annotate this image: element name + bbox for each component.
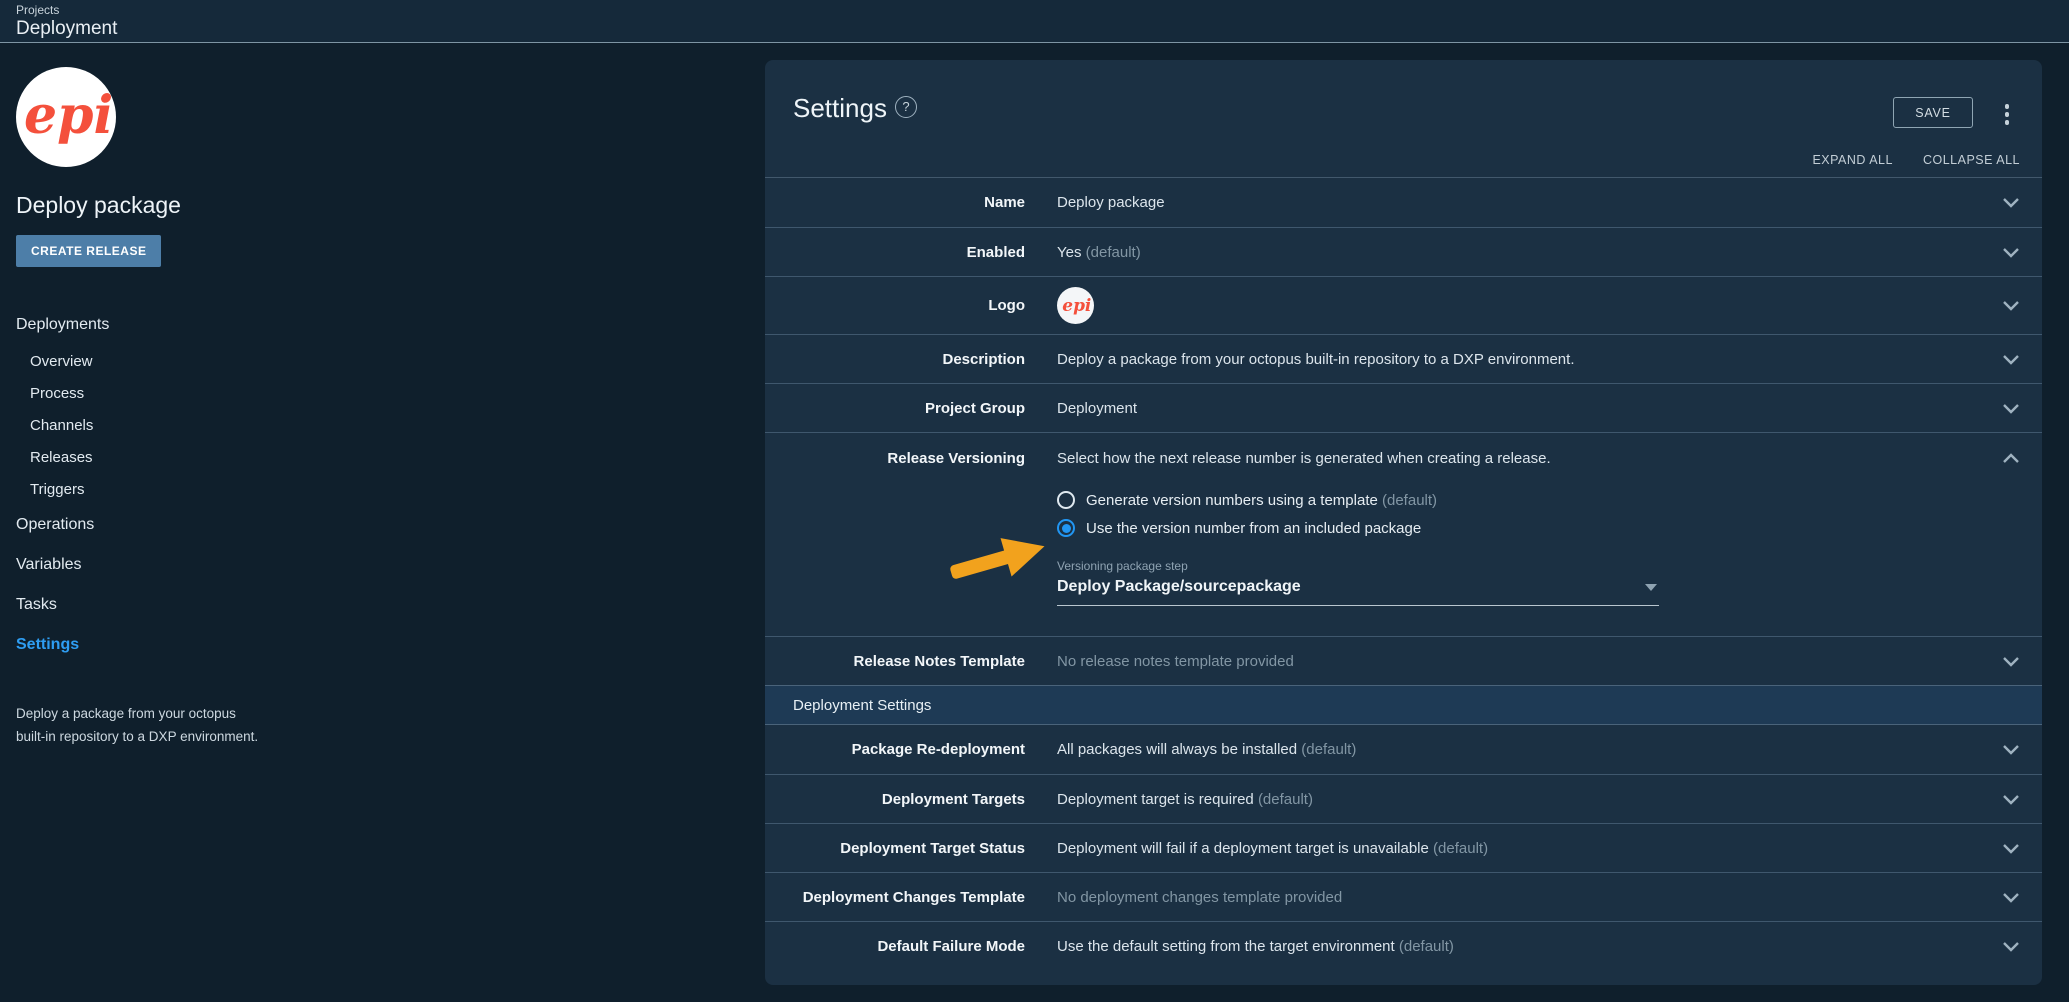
sidebar-item-deployments[interactable]: Deployments [16, 305, 765, 345]
row-value: Yes (default) [1057, 244, 1970, 261]
project-name: Deploy package [16, 192, 765, 219]
radio-selected-icon[interactable] [1057, 519, 1075, 537]
project-logo: epi [16, 67, 116, 167]
row-description[interactable]: Description Deploy a package from your o… [765, 334, 2042, 383]
breadcrumb[interactable]: Projects [16, 3, 2069, 17]
sidebar-item-releases[interactable]: Releases [16, 441, 765, 473]
epi-logo-icon: epi [1061, 295, 1091, 317]
row-value: Use the default setting from the target … [1057, 938, 1970, 955]
default-badge: (default) [1086, 244, 1141, 261]
sidebar-item-channels[interactable]: Channels [16, 409, 765, 441]
default-badge: (default) [1382, 492, 1437, 509]
create-release-button[interactable]: CREATE RELEASE [16, 235, 161, 267]
default-badge: (default) [1258, 791, 1313, 808]
row-label: Logo [793, 297, 1025, 314]
row-logo[interactable]: Logo epi [765, 276, 2042, 334]
dropdown-caret-icon[interactable] [1645, 584, 1657, 591]
chevron-down-icon[interactable] [2002, 655, 2020, 667]
row-default-failure-mode[interactable]: Default Failure Mode Use the default set… [765, 921, 2042, 970]
row-release-versioning: Release Versioning Select how the next r… [765, 432, 2042, 636]
chevron-down-icon[interactable] [2002, 246, 2020, 258]
chevron-down-icon[interactable] [2002, 940, 2020, 952]
svg-text:epi: epi [1062, 295, 1091, 315]
row-label: Name [793, 194, 1025, 211]
row-value: epi [1057, 277, 1970, 334]
row-name[interactable]: Name Deploy package [765, 178, 2042, 227]
section-header-deployment-settings: Deployment Settings [765, 685, 2042, 725]
page-title: Settings [793, 93, 887, 124]
release-versioning-header[interactable]: Release Versioning Select how the next r… [765, 433, 2042, 483]
row-label: Release Notes Template [793, 653, 1025, 670]
row-value: Deploy package [1057, 194, 1970, 211]
row-value: No deployment changes template provided [1057, 889, 1970, 906]
row-label: Description [793, 351, 1025, 368]
default-badge: (default) [1433, 840, 1488, 857]
project-sidebar: epi Deploy package CREATE RELEASE Deploy… [0, 44, 765, 1002]
sidebar-item-triggers[interactable]: Triggers [16, 473, 765, 505]
settings-rows: Name Deploy package Enabled Yes (default… [765, 178, 2042, 970]
chevron-down-icon[interactable] [2002, 793, 2020, 805]
row-enabled[interactable]: Enabled Yes (default) [765, 227, 2042, 276]
sidebar-item-operations[interactable]: Operations [16, 505, 765, 545]
row-value: All packages will always be installed (d… [1057, 741, 1970, 758]
row-value: Deployment will fail if a deployment tar… [1057, 840, 1970, 857]
bulk-expand-links: EXPAND ALL COLLAPSE ALL [1812, 153, 2020, 167]
radio-unselected-icon[interactable] [1057, 491, 1075, 509]
svg-text:epi: epi [24, 85, 112, 146]
row-label: Default Failure Mode [793, 938, 1025, 955]
sidebar-item-settings[interactable]: Settings [16, 625, 765, 665]
chevron-down-icon[interactable] [2002, 842, 2020, 854]
project-description: Deploy a package from your octopus built… [16, 702, 266, 748]
epi-logo-icon: epi [20, 85, 112, 149]
row-label: Enabled [793, 244, 1025, 261]
row-deployment-changes-template[interactable]: Deployment Changes Template No deploymen… [765, 872, 2042, 921]
help-icon[interactable]: ? [895, 96, 917, 118]
row-package-redeployment[interactable]: Package Re-deployment All packages will … [765, 725, 2042, 774]
chevron-down-icon[interactable] [2002, 744, 2020, 756]
space-title: Deployment [16, 17, 2069, 40]
card-header: Settings ? SAVE EXPAND ALL COLLAPSE ALL [765, 60, 2042, 178]
expand-all-link[interactable]: EXPAND ALL [1812, 153, 1893, 167]
default-badge: (default) [1399, 938, 1454, 955]
sidebar-item-process[interactable]: Process [16, 377, 765, 409]
chevron-down-icon[interactable] [2002, 353, 2020, 365]
row-label: Release Versioning [793, 450, 1025, 467]
save-button[interactable]: SAVE [1893, 97, 1973, 128]
row-release-notes-template[interactable]: Release Notes Template No release notes … [765, 636, 2042, 685]
default-badge: (default) [1301, 741, 1356, 758]
radio-option-included-package[interactable]: Use the version number from an included … [1057, 519, 2022, 537]
row-label: Deployment Target Status [793, 840, 1025, 857]
chevron-up-icon[interactable] [2002, 452, 2020, 464]
top-bar: Projects Deployment [0, 0, 2069, 43]
sidebar-item-overview[interactable]: Overview [16, 345, 765, 377]
chevron-down-icon[interactable] [2002, 402, 2020, 414]
release-versioning-body: Generate version numbers using a templat… [765, 483, 2042, 636]
overflow-menu-icon[interactable] [2004, 104, 2010, 128]
row-label: Deployment Targets [793, 791, 1025, 808]
select-value: Deploy Package/sourcepackage [1057, 578, 1659, 596]
versioning-package-step-select[interactable]: Versioning package step Deploy Package/s… [1057, 559, 1659, 606]
radio-option-template[interactable]: Generate version numbers using a templat… [1057, 491, 2022, 509]
sidebar-nav: Deployments Overview Process Channels Re… [16, 305, 765, 665]
sidebar-item-tasks[interactable]: Tasks [16, 585, 765, 625]
chevron-down-icon[interactable] [2002, 891, 2020, 903]
row-project-group[interactable]: Project Group Deployment [765, 383, 2042, 432]
row-value: Deploy a package from your octopus built… [1057, 351, 1970, 368]
row-value: Select how the next release number is ge… [1057, 450, 1970, 467]
sidebar-item-variables[interactable]: Variables [16, 545, 765, 585]
row-deployment-targets[interactable]: Deployment Targets Deployment target is … [765, 774, 2042, 823]
row-value: Deployment target is required (default) [1057, 791, 1970, 808]
row-value: No release notes template provided [1057, 653, 1970, 670]
row-deployment-target-status[interactable]: Deployment Target Status Deployment will… [765, 823, 2042, 872]
row-value: Deployment [1057, 400, 1970, 417]
chevron-down-icon[interactable] [2002, 300, 2020, 312]
settings-card: Settings ? SAVE EXPAND ALL COLLAPSE ALL … [765, 60, 2042, 985]
row-label: Project Group [793, 400, 1025, 417]
select-label: Versioning package step [1057, 559, 1659, 573]
chevron-down-icon[interactable] [2002, 197, 2020, 209]
collapse-all-link[interactable]: COLLAPSE ALL [1923, 153, 2020, 167]
row-label: Deployment Changes Template [793, 889, 1025, 906]
row-label: Package Re-deployment [793, 741, 1025, 758]
project-logo-thumbnail: epi [1057, 287, 1094, 324]
